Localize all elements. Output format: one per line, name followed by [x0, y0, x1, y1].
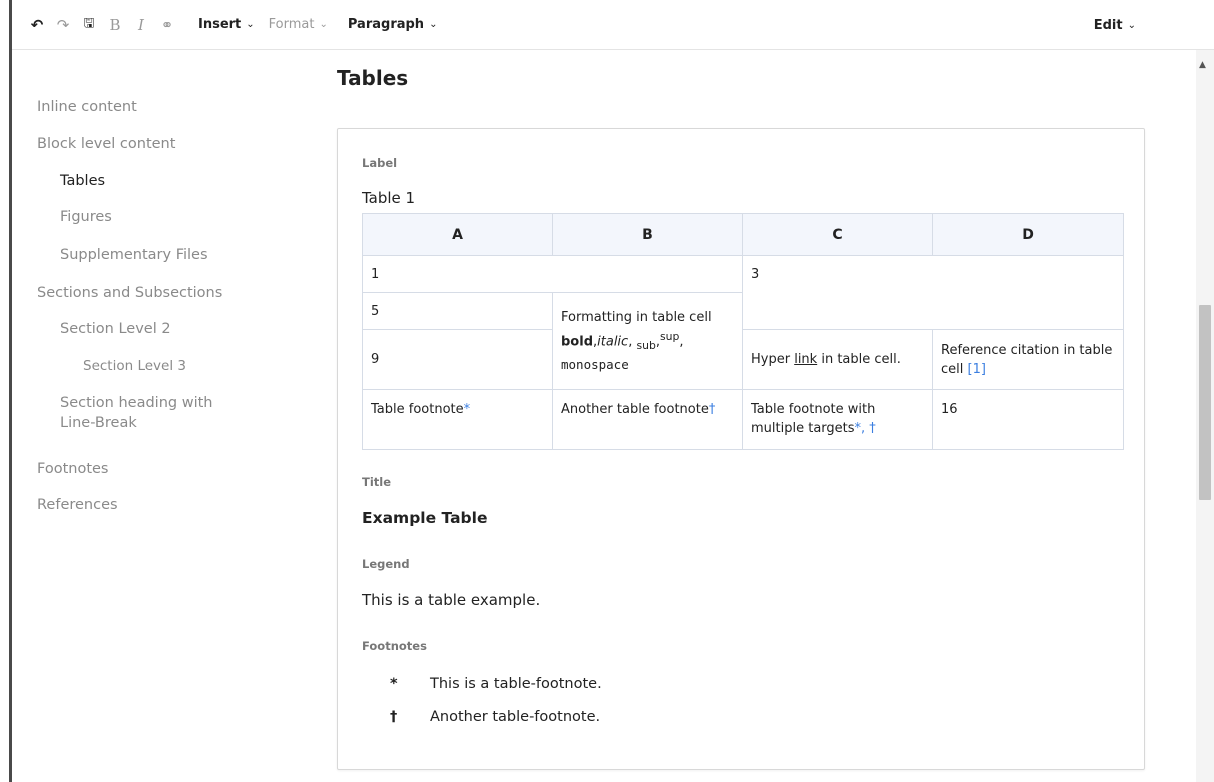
footnote-list: * This is a table-footnote. † Another ta… [390, 667, 602, 733]
edit-label: Edit [1093, 17, 1123, 33]
formatting-text: Formatting in table cell [561, 310, 712, 326]
table-row: Table footnote* Another table footnote† … [362, 389, 1124, 450]
separator: , [679, 334, 684, 350]
toc-item-figures[interactable]: Figures [60, 207, 112, 227]
toc-item-sections-and-subsections[interactable]: Sections and Subsections [37, 283, 222, 303]
table-cell[interactable]: 5 [362, 292, 553, 330]
scroll-up-icon[interactable]: ▲ [1199, 60, 1206, 70]
footnote-item[interactable]: † Another table-footnote. [390, 700, 602, 733]
chevron-down-icon: ⌄ [246, 19, 255, 30]
table-row: 1 3 [362, 255, 1124, 330]
toc-item-label: Section heading with [60, 395, 213, 411]
insert-menu[interactable]: Insert ⌄ [198, 10, 255, 40]
scrollbar-thumb[interactable] [1199, 305, 1211, 500]
link-icon[interactable]: ⚭ [156, 10, 178, 40]
table-cell[interactable]: 1 [362, 255, 743, 293]
table-cell-footnote[interactable]: Another table footnote† [552, 389, 743, 450]
toc-item-inline-content[interactable]: Inline content [37, 97, 137, 117]
undo-icon[interactable]: ↶ [26, 10, 48, 40]
title-field-caption: Title [362, 475, 392, 489]
window-edge-bar [9, 0, 12, 782]
toc-item-section-heading-line-break[interactable]: Section heading with Line-Break [60, 393, 212, 433]
chevron-down-icon: ⌄ [319, 19, 328, 30]
table-cell[interactable]: 9 [362, 329, 553, 390]
section-title: Tables [337, 66, 409, 90]
reference-citation[interactable]: [1] [968, 362, 986, 377]
table-cell-footnote[interactable]: Table footnote* [362, 389, 553, 450]
edit-menu[interactable]: Edit ⌄ [1094, 10, 1136, 40]
save-icon[interactable]: 🖫 [78, 10, 100, 40]
footnote-marker[interactable]: * [464, 402, 471, 417]
bold-sample: bold [561, 334, 593, 350]
hyperlink[interactable]: link [794, 352, 817, 367]
footnotes-field-caption: Footnotes [362, 639, 427, 653]
table-cell-formatting[interactable]: Formatting in table cell bold,italic, su… [552, 292, 743, 390]
footnote-item[interactable]: * This is a table-footnote. [390, 667, 602, 700]
cell-text: Table footnote [371, 402, 464, 417]
redo-icon[interactable]: ↷ [52, 10, 74, 40]
table-cell[interactable]: 3 [742, 255, 1124, 330]
footnote-mark: † [390, 708, 398, 725]
format-label: Format [268, 17, 315, 32]
column-header[interactable]: C [742, 213, 933, 256]
italic-icon[interactable]: I [130, 10, 152, 40]
footnote-marker[interactable]: *, † [855, 421, 876, 436]
label-field-value[interactable]: Table 1 [362, 189, 415, 207]
chevron-down-icon: ⌄ [429, 19, 438, 30]
legend-field-caption: Legend [362, 557, 410, 571]
title-field-value[interactable]: Example Table [362, 509, 487, 527]
chevron-down-icon: ⌄ [1127, 19, 1136, 31]
table-cell-hyperlink[interactable]: Hyper link in table cell. [742, 329, 933, 390]
editor-toolbar: ↶ ↷ 🖫 B I ⚭ Insert ⌄ Format ⌄ Paragraph ⌄ E… [12, 0, 1214, 50]
document-body: Tables Label Table 1 A B C D 1 3 5 Forma… [337, 50, 1197, 782]
toc-item-label: Line-Break [60, 415, 137, 431]
column-header[interactable]: B [552, 213, 743, 256]
table-cell-footnote[interactable]: Table footnote with multiple targets*, † [742, 389, 933, 450]
format-menu[interactable]: Format ⌄ [269, 10, 328, 40]
toc-item-section-level-2[interactable]: Section Level 2 [60, 319, 171, 339]
italic-sample: italic [597, 334, 629, 350]
column-header[interactable]: D [932, 213, 1124, 256]
footnote-text: Another table-footnote. [430, 708, 601, 725]
toc-item-supplementary-files[interactable]: Supplementary Files [60, 245, 208, 265]
table-cell-reference[interactable]: Reference citation in table cell [1] [932, 329, 1124, 390]
label-field-caption: Label [362, 156, 398, 170]
legend-field-value[interactable]: This is a table example. [362, 591, 540, 609]
toc-item-section-level-3[interactable]: Section Level 3 [83, 356, 186, 376]
toc-item-footnotes[interactable]: Footnotes [37, 459, 108, 479]
formatting-examples: bold,italic, sub,sup, [561, 327, 734, 355]
subscript-sample: sub [636, 338, 656, 352]
cell-text: Another table footnote [561, 402, 709, 417]
paragraph-menu[interactable]: Paragraph ⌄ [348, 10, 438, 40]
insert-label: Insert [198, 17, 242, 32]
vertical-scrollbar[interactable]: ▲ [1196, 50, 1214, 782]
toc-item-block-level-content[interactable]: Block level content [37, 134, 175, 154]
cell-text: in table cell. [817, 352, 901, 367]
table-header-row: A B C D [362, 213, 1124, 256]
toc-item-references[interactable]: References [37, 495, 118, 515]
footnote-marker[interactable]: † [709, 402, 716, 417]
paragraph-label: Paragraph [347, 17, 425, 32]
column-header[interactable]: A [362, 213, 553, 256]
toc-item-tables[interactable]: Tables [60, 171, 105, 191]
data-table[interactable]: A B C D 1 3 5 Formatting in table cell b… [362, 213, 1124, 450]
table-figure-card[interactable]: Label Table 1 A B C D 1 3 5 Formatting i… [337, 128, 1145, 770]
bold-icon[interactable]: B [104, 10, 126, 40]
superscript-sample: sup [659, 330, 680, 344]
footnote-text: This is a table-footnote. [430, 675, 602, 692]
table-row: 9 Hyper link in table cell. Reference ci… [362, 329, 1124, 390]
monospace-sample: monospace [561, 356, 629, 372]
table-cell[interactable]: 16 [932, 389, 1124, 450]
footnote-mark: * [390, 675, 398, 692]
cell-text: Hyper [751, 352, 795, 367]
